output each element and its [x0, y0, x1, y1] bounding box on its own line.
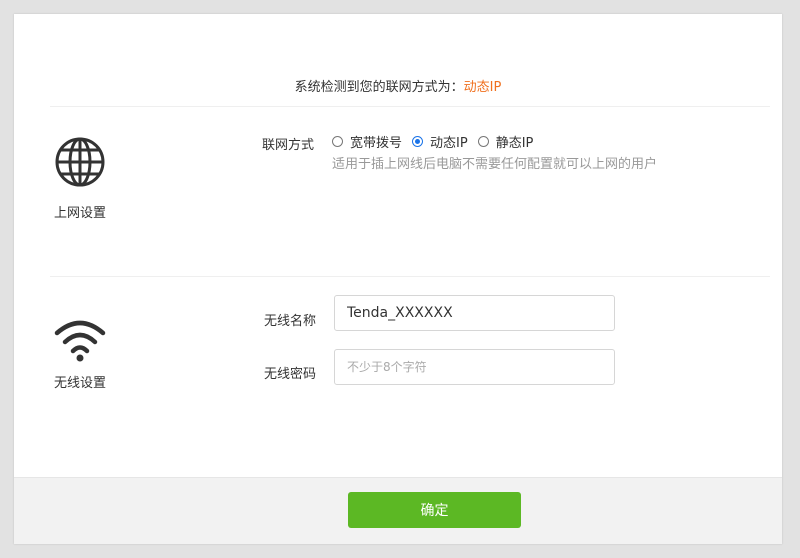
wireless-section: 无线设置 [30, 318, 130, 391]
password-input[interactable] [334, 349, 615, 385]
internet-section-label: 上网设置 [53, 206, 106, 221]
confirm-button[interactable]: 确定 [348, 492, 521, 528]
password-label: 无线密码 [263, 367, 316, 382]
divider-middle [50, 276, 770, 277]
wifi-icon [54, 320, 106, 362]
internet-mode-radio-group: 宽带拨号 动态IP 静态IP [332, 132, 543, 151]
radio-dhcp-circle[interactable] [412, 136, 424, 147]
setup-panel: 系统检测到您的联网方式为：动态IP 上网设置 联网方式 宽带拨号 动态IP 静态… [14, 14, 782, 544]
radio-static-label: 静态IP [495, 136, 534, 151]
detect-status: 系统检测到您的联网方式为：动态IP [14, 76, 782, 95]
internet-mode-label: 联网方式 [261, 138, 314, 153]
ssid-input[interactable] [334, 295, 615, 331]
radio-pppoe-circle[interactable] [332, 136, 343, 147]
radio-dhcp[interactable]: 动态IP [412, 132, 468, 151]
ssid-label: 无线名称 [263, 314, 316, 329]
radio-dhcp-label: 动态IP [430, 136, 468, 151]
radio-static[interactable]: 静态IP [477, 132, 534, 151]
internet-mode-hint: 适用于插上网线后电脑不需要任何配置就可以上网的用户 [332, 157, 658, 172]
footer-bar: 确定 [14, 477, 782, 544]
divider-top [50, 106, 770, 107]
radio-pppoe-label: 宽带拨号 [350, 136, 403, 151]
radio-static-circle[interactable] [477, 136, 489, 147]
wireless-section-label: 无线设置 [53, 376, 106, 391]
detect-prefix: 系统检测到您的联网方式为： [294, 80, 464, 95]
radio-pppoe[interactable]: 宽带拨号 [332, 132, 402, 151]
detect-value: 动态IP [463, 80, 502, 95]
globe-icon [55, 137, 105, 187]
internet-section: 上网设置 [30, 136, 130, 221]
